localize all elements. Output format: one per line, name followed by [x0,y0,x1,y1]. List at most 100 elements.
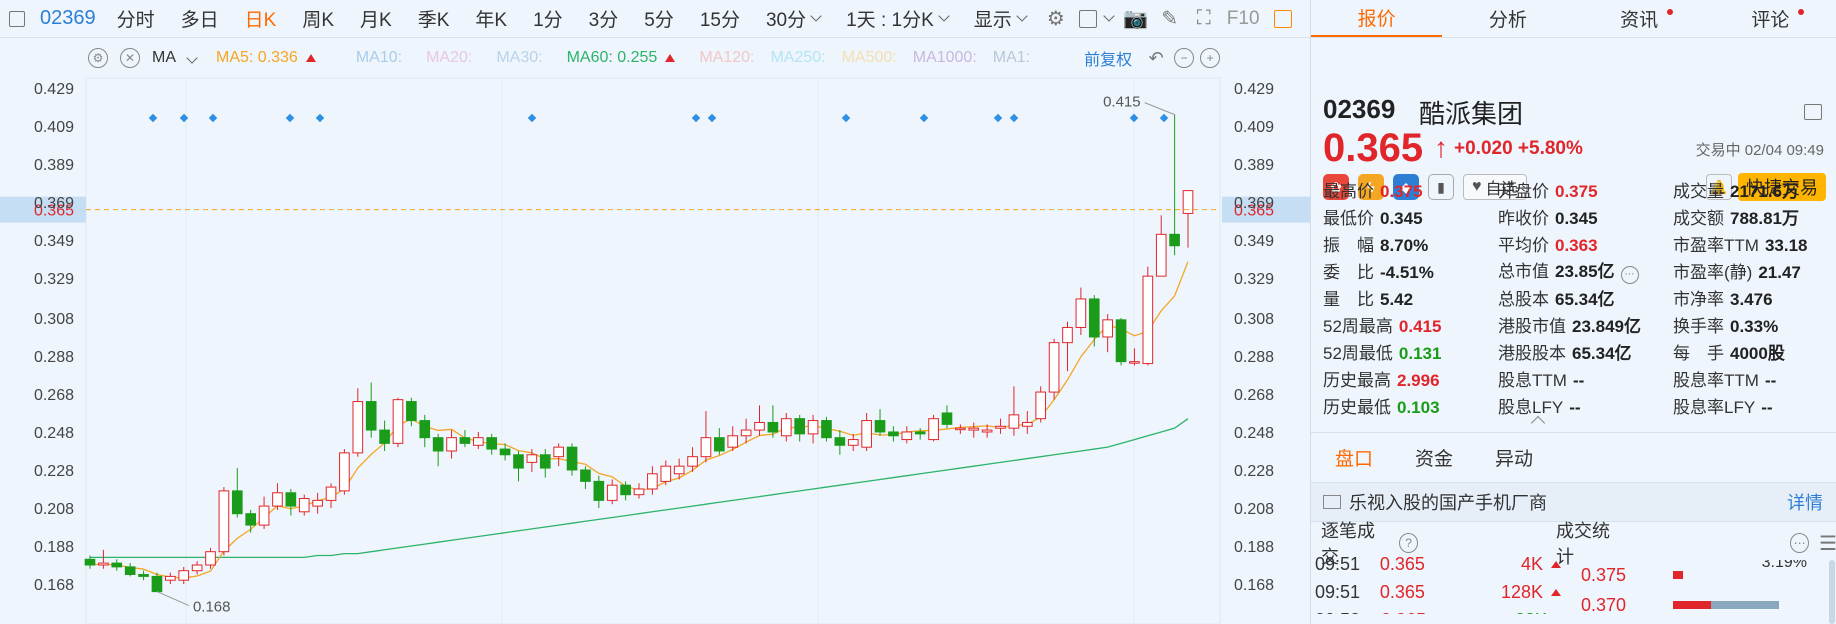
panel-tab[interactable]: 资讯 [1574,0,1705,37]
y-tick-right: 0.228 [1234,463,1274,480]
zoom-in-icon[interactable]: + [1200,48,1221,68]
menu-icon[interactable] [1804,104,1822,120]
event-marker-icon [285,113,295,123]
stat-cell: 成交额 788.81万 [1673,209,1799,228]
panel-toggle-icon[interactable] [1266,0,1300,38]
candle [1182,190,1194,248]
candle [606,479,618,505]
news-bar[interactable]: 乐视入股的国产手机厂商 详情 [1311,482,1836,522]
period-tab[interactable]: 多日 [168,0,232,38]
kline-chart-area[interactable]: 0.365 0.365 0.429 0.429 0.409 0.409 0.389 0.38… [0,38,1310,624]
period-tab[interactable]: 3分 [576,0,632,38]
more-icon[interactable]: ⋯ [1620,265,1639,284]
zoom-out-icon[interactable]: − [1174,48,1195,68]
stat-cell: 历史最高 2.996 [1323,371,1440,390]
adjust-button[interactable]: 前复权 [1084,46,1132,70]
candle [231,468,243,518]
candle-body [780,418,792,437]
candle-body [834,437,846,446]
candle-body [847,439,859,446]
pencil-icon[interactable]: ✎ [1153,0,1187,38]
kline-chart[interactable]: 0.365 0.365 0.429 0.429 0.409 0.409 0.389 0.38… [0,38,1310,624]
candle [700,411,712,463]
y-tick-right: 0.409 [1234,119,1274,136]
display-select[interactable]: 显示 [961,0,1039,38]
settings-icon[interactable]: ⚙ [1039,0,1073,38]
tick-trades-list[interactable]: 09:510.3654K09:510.365128K09:520.36528K [1311,550,1561,614]
candle-body [687,456,698,467]
candle-body [1088,298,1100,338]
sidebar-toggle-icon[interactable] [0,0,34,38]
candle-body [245,513,257,526]
candle [218,487,230,556]
candle-body [446,437,457,452]
current-price: 0.365 [1323,126,1424,170]
period-tab[interactable]: 1分 [520,0,576,38]
camera-icon[interactable]: 📷 [1119,0,1153,38]
panel-tab[interactable]: 分析 [1442,0,1573,37]
candle-body [459,437,471,444]
period-tab[interactable]: 日K [232,0,290,38]
ma20-value: MA20: [426,49,473,66]
candle-body [1021,421,1033,427]
candle-body [606,484,618,501]
stat-cell: 最高价 0.375 [1323,182,1423,201]
candle [285,488,297,516]
app-root: 02369 分时 多日 日K 周K 月K 季K 年K 1分 3分 5分 15分 30分 1天 : 1分… [0,0,1836,624]
quote-stats: 最高价 0.375 开盘价 0.375 成交量 2171.6万 最低价 0.345 昨收价 0.3… [1311,176,1836,419]
candle-body [981,429,993,433]
period-tab[interactable]: 季K [405,0,463,38]
candle [874,409,886,436]
ma-type-select[interactable]: MA [152,49,198,67]
candle-body [566,446,578,471]
list-icon[interactable]: ☰ [1819,531,1836,556]
period-tab[interactable]: 30分 [753,0,833,38]
candle-body [218,490,230,553]
trade-row: 09:51 0.365 128K [1311,578,1561,606]
candle [472,431,484,450]
stat-row: 最高价 0.375 开盘价 0.375 成交量 2171.6万 [1311,176,1836,203]
candle [995,418,1006,434]
stat-cell: 开盘价 0.375 [1498,182,1598,201]
candle-body [700,437,712,458]
detail-tab[interactable]: 资金 [1415,444,1453,471]
panel-tab[interactable]: 评论 [1705,0,1836,37]
stat-cell: 昨收价 0.345 [1498,209,1598,228]
stat-cell: 股息LFY -- [1498,398,1581,417]
fullscreen-icon[interactable]: ⛶ [1187,0,1221,38]
period-tab[interactable]: 年K [462,0,520,38]
candle [191,561,203,575]
y-tick-left: 0.288 [34,349,74,366]
trade-row: 09:520.36528K [1311,606,1561,615]
candle-body [392,399,404,444]
panel-tab[interactable]: 报价 [1311,0,1443,37]
period-tab[interactable]: 分时 [104,0,168,38]
candle [807,414,819,444]
detail-tab[interactable]: 异动 [1495,444,1533,471]
detail-tab[interactable]: 盘口 [1335,444,1373,471]
period-tab[interactable]: 15分 [687,0,753,38]
ma-settings-icon[interactable]: ⚙ [88,48,108,68]
ma-close-icon[interactable]: ✕ [120,48,140,68]
more-icon[interactable]: ⋯ [1790,533,1810,553]
candle-body [794,418,806,435]
trade-stats-list[interactable]: 0.375 3.19% 0.370 [1561,560,1836,624]
event-marker-icon [179,113,189,123]
stat-row: 最低价 0.345 昨收价 0.345 成交额 788.81万 [1311,203,1836,230]
candle [1142,266,1154,366]
period-tab[interactable]: 月K [347,0,405,38]
interval-select[interactable]: 1天 : 1分K [833,0,961,38]
candle-body [1115,319,1127,363]
candle-body [647,473,658,490]
undo-icon[interactable]: ↶ [1144,46,1168,70]
scrollbar[interactable] [1829,560,1835,624]
candle-body [1062,326,1073,344]
box-select-icon[interactable] [1073,0,1119,38]
period-tab[interactable]: 周K [289,0,347,38]
news-detail-link[interactable]: 详情 [1787,489,1823,515]
y-tick-right: 0.308 [1234,311,1274,328]
candle [633,483,645,499]
f10-button[interactable]: F10 [1221,0,1266,38]
period-tab[interactable]: 5分 [631,0,687,38]
candle-body [928,418,939,441]
